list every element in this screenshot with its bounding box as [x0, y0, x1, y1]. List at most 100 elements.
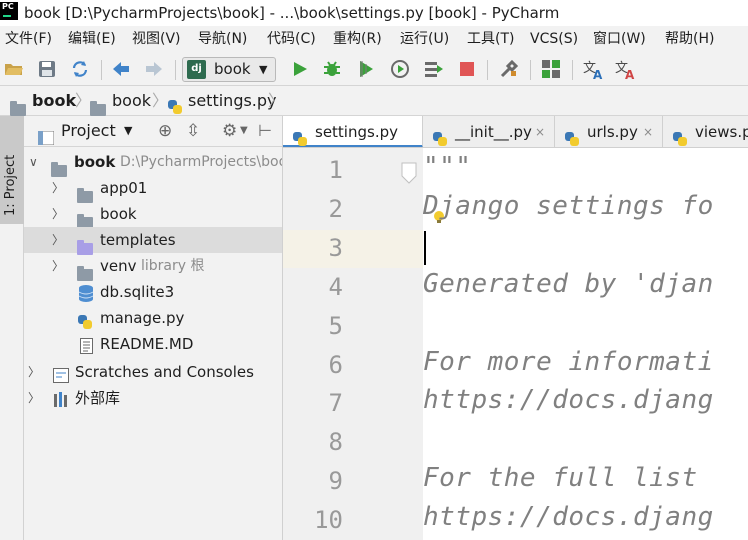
run-icon[interactable] — [289, 58, 311, 80]
tree-item-label: db.sqlite3 — [100, 283, 175, 301]
tree-item-note: library 根 — [141, 258, 205, 274]
tab-label: views.py — [695, 123, 748, 141]
main-toolbar: dj book ▼ 文A 文A — [0, 52, 748, 86]
project-structure-icon[interactable] — [540, 58, 562, 80]
tree-item-readme[interactable]: README.MD — [24, 331, 282, 357]
translate-icon[interactable]: 文A — [582, 58, 604, 80]
line-number: 10 — [314, 506, 343, 535]
coverage-icon[interactable] — [355, 58, 377, 80]
menu-edit[interactable]: 编辑(E) — [68, 26, 116, 52]
line-number: 7 — [328, 389, 343, 418]
tree-item-scratches[interactable]: 〉 Scratches and Consoles — [24, 359, 282, 385]
tree-item-venv[interactable]: 〉 venv library 根 — [24, 253, 282, 281]
line-number: 4 — [328, 272, 343, 301]
profile-icon[interactable] — [389, 58, 411, 80]
django-icon: dj — [187, 60, 206, 79]
menu-vcs[interactable]: VCS(S) — [530, 26, 578, 52]
tree-item-templates[interactable]: 〉 templates — [24, 227, 282, 255]
pycharm-logo-icon: PC — [0, 2, 18, 20]
breadcrumb: book 〉 book 〉 settings.py 〉 — [0, 86, 748, 116]
menu-file[interactable]: 文件(F) — [5, 26, 52, 52]
tree-item-db-sqlite3[interactable]: db.sqlite3 — [24, 279, 282, 305]
line-number: 3 — [328, 233, 343, 262]
code-editor[interactable]: """ Django settings fo Generated by 'djan F… — [423, 148, 748, 540]
code-line: https://docs.djang — [423, 385, 714, 416]
run-configuration-label: book — [214, 60, 251, 78]
editor-tabs: settings.py __init__.py × urls.py × view… — [283, 116, 748, 148]
stop-icon[interactable] — [456, 58, 478, 80]
project-view-selector[interactable]: Project — [61, 116, 116, 146]
line-number: 2 — [328, 194, 343, 223]
debug-icon[interactable] — [321, 58, 343, 80]
code-line: """ — [423, 152, 472, 182]
menu-navigate[interactable]: 导航(N) — [198, 26, 247, 52]
tab-init-py[interactable]: __init__.py × — [423, 116, 555, 147]
translate-replace-icon[interactable]: 文A — [614, 58, 636, 80]
tab-urls-py[interactable]: urls.py × — [555, 116, 663, 147]
tree-item-label: templates — [100, 231, 176, 249]
chevron-down-icon[interactable]: ∨ — [29, 149, 38, 175]
save-all-icon[interactable] — [36, 58, 58, 80]
chevron-right-icon[interactable]: 〉 — [52, 227, 64, 253]
tree-item-label: app01 — [100, 179, 148, 197]
title-bar: PC book [D:\PycharmProjects\book] - ...\… — [0, 0, 748, 26]
chevron-down-icon[interactable]: ▼ — [124, 116, 132, 146]
tab-views-py[interactable]: views.py — [663, 116, 748, 147]
chevron-right-icon[interactable]: 〉 — [52, 175, 64, 201]
gear-icon[interactable]: ⚙ — [222, 116, 237, 146]
tree-item-app01[interactable]: 〉 app01 — [24, 175, 282, 203]
hide-panel-icon[interactable]: ⊢ — [258, 116, 272, 146]
library-icon — [53, 390, 71, 416]
tool-window-strip: 1: Project — [0, 116, 24, 540]
close-icon[interactable]: × — [643, 116, 653, 147]
menu-view[interactable]: 视图(V) — [132, 26, 181, 52]
code-line: For the full list — [423, 463, 698, 494]
chevron-right-icon[interactable]: 〉 — [52, 201, 64, 227]
tree-item-root[interactable]: ∨ book D:\PycharmProjects\book — [24, 149, 282, 177]
menu-run[interactable]: 运行(U) — [400, 26, 449, 52]
menu-help[interactable]: 帮助(H) — [665, 26, 714, 52]
menu-refactor[interactable]: 重构(R) — [333, 26, 382, 52]
fold-marker-icon[interactable] — [400, 162, 418, 188]
menu-tools[interactable]: 工具(T) — [467, 26, 514, 52]
chevron-right-icon: 〉 — [75, 91, 92, 110]
menu-window[interactable]: 窗口(W) — [593, 26, 646, 52]
breadcrumb-item-folder[interactable]: book — [112, 86, 151, 116]
tab-settings-py[interactable]: settings.py — [283, 116, 423, 147]
chevron-right-icon[interactable]: 〉 — [52, 253, 64, 279]
sync-icon[interactable] — [69, 58, 91, 80]
svg-text:A: A — [625, 68, 635, 80]
tree-item-external-libraries[interactable]: 〉 外部库 — [24, 385, 282, 411]
close-icon[interactable]: × — [535, 116, 545, 147]
python-file-icon — [673, 125, 687, 147]
run-configuration-select[interactable]: dj book ▼ — [182, 57, 276, 82]
breadcrumb-item-project[interactable]: book — [32, 86, 76, 116]
menu-code[interactable]: 代码(C) — [267, 26, 316, 52]
line-number: 6 — [328, 350, 343, 379]
code-line: Django settings fo — [423, 190, 714, 221]
breadcrumb-item-file[interactable]: settings.py — [188, 86, 277, 116]
tree-item-manage-py[interactable]: manage.py — [24, 305, 282, 331]
line-number: 8 — [328, 428, 343, 457]
open-folder-icon[interactable] — [3, 58, 25, 80]
wrench-settings-icon[interactable] — [498, 58, 520, 80]
project-tool-tab[interactable]: 1: Project — [0, 116, 24, 224]
chevron-right-icon[interactable]: 〉 — [28, 385, 40, 411]
project-tool-tab-label: 1: Project — [3, 154, 18, 216]
forward-arrow-icon[interactable] — [143, 58, 165, 80]
collapse-all-icon[interactable]: ⇳ — [186, 116, 200, 146]
chevron-right-icon[interactable]: 〉 — [28, 359, 40, 385]
project-panel: Project ▼ ⊕ ⇳ ⚙ ▼ ⊢ ∨ book D:\PycharmPro… — [24, 116, 283, 540]
run-concurrency-icon[interactable] — [423, 58, 445, 80]
chevron-right-icon: 〉 — [152, 91, 169, 110]
chevron-down-icon[interactable]: ▼ — [240, 116, 248, 146]
tree-item-label: manage.py — [100, 309, 185, 327]
code-line: For more informati — [423, 346, 714, 377]
locate-target-icon[interactable]: ⊕ — [158, 116, 172, 146]
svg-text:A: A — [593, 68, 603, 80]
tree-item-book[interactable]: 〉 book — [24, 201, 282, 229]
window-title: book [D:\PycharmProjects\book] - ...\boo… — [24, 4, 560, 22]
back-arrow-icon[interactable] — [110, 58, 132, 80]
tab-label: __init__.py — [455, 123, 532, 141]
tree-item-label: 外部库 — [75, 389, 121, 407]
